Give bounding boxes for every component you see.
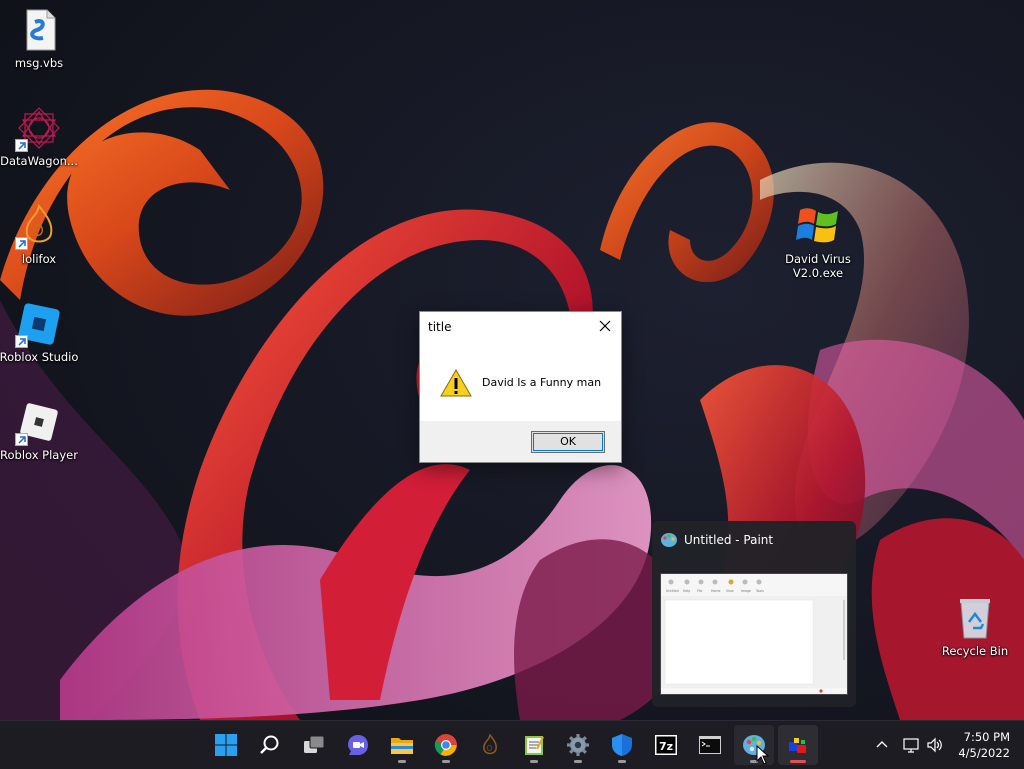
desktop-icon-label: msg.vbs [14, 56, 64, 70]
shortcut-arrow-icon [15, 237, 28, 250]
desktop-icon-label: Roblox Player [0, 448, 78, 462]
app-icon [789, 738, 806, 753]
terminal-button[interactable] [690, 725, 730, 765]
datawagon-icon [15, 104, 63, 152]
desktop-icon-datawagon[interactable]: DataWagon... [0, 104, 81, 168]
volume-icon[interactable] [926, 736, 944, 754]
taskbar-thumbnail-preview[interactable]: Untitled - Paint Untitled Help File Home… [652, 521, 856, 707]
gear-icon [567, 734, 589, 756]
desktop-icon-msg-vbs[interactable]: msg.vbs [0, 6, 81, 70]
desktop-icon-label: DataWagon... [0, 154, 78, 168]
terminal-icon [699, 736, 721, 754]
clock-time: 7:50 PM [963, 730, 1010, 744]
shortcut-arrow-icon [15, 335, 28, 348]
shield-icon [612, 734, 632, 756]
notepad-icon [525, 736, 544, 755]
chat-button[interactable] [338, 725, 378, 765]
desktop-icon-recycle-bin[interactable]: Recycle Bin [933, 594, 1017, 658]
roblox-studio-icon [15, 300, 63, 348]
settings-button[interactable] [558, 725, 598, 765]
search-icon [260, 735, 279, 754]
dialog-titlebar[interactable]: title [420, 312, 621, 342]
thumb-label: Tools [755, 589, 764, 593]
desktop-icon-david-virus[interactable]: David Virus V2.0.exe [776, 202, 860, 280]
lolifox-icon [483, 733, 497, 755]
taskbar-clock[interactable]: 7:50 PM 4/5/2022 [958, 729, 1010, 761]
chevron-up-icon[interactable] [874, 737, 890, 753]
lolifox-button[interactable] [470, 725, 510, 765]
shortcut-arrow-icon [15, 433, 28, 446]
running-indicator [442, 760, 450, 763]
desktop-icon-label: David Virus V2.0.exe [785, 252, 851, 280]
thumb-label: Untitled [666, 589, 679, 593]
task-view-button[interactable] [294, 725, 334, 765]
windows-logo-icon [215, 734, 237, 756]
recycle-bin-icon [951, 594, 999, 642]
close-button[interactable] [589, 312, 621, 342]
file-explorer-button[interactable] [382, 725, 422, 765]
folder-icon [391, 738, 413, 754]
running-indicator [398, 760, 406, 763]
chrome-button[interactable] [426, 725, 466, 765]
thumb-label: View [726, 589, 734, 593]
desktop-icon-lolifox[interactable]: lolifox [0, 202, 81, 266]
start-button[interactable] [206, 725, 246, 765]
search-button[interactable] [250, 725, 290, 765]
thumb-label: File [697, 589, 702, 593]
message-dialog: title David Is a Funny man OK [419, 311, 622, 463]
desktop-icon-label: Roblox Studio [0, 350, 79, 364]
notepad-button[interactable] [514, 725, 554, 765]
roblox-player-icon [15, 398, 63, 446]
warning-icon [440, 368, 472, 402]
script-file-icon [15, 6, 63, 54]
mouse-cursor-icon [756, 745, 770, 765]
7zip-icon-text: 7z [659, 740, 673, 753]
app-button[interactable] [778, 725, 818, 765]
taskbar: 7z 7:50 PM 4/5/2022 [0, 720, 1024, 769]
desktop-icon-roblox-player[interactable]: Roblox Player [0, 398, 81, 462]
preview-title: Untitled - Paint [684, 533, 774, 547]
task-view-icon [304, 735, 325, 753]
clock-date: 4/5/2022 [958, 746, 1010, 760]
thumb-label: Help [683, 589, 690, 593]
thumb-label: Home [711, 589, 720, 593]
close-icon [599, 320, 611, 332]
windows-xp-flag-icon [794, 202, 842, 250]
preview-thumbnail: Untitled Help File Home View Image Tools [660, 573, 848, 695]
network-icon[interactable] [902, 736, 920, 754]
thumb-label: Image [741, 589, 751, 593]
shortcut-arrow-icon [15, 139, 28, 152]
running-indicator [574, 760, 582, 763]
windows-security-button[interactable] [602, 725, 642, 765]
7zip-icon: 7z [655, 735, 677, 755]
running-indicator [618, 760, 626, 763]
paint-icon [660, 531, 678, 553]
chrome-icon [434, 734, 457, 756]
desktop-icon-label: Recycle Bin [941, 644, 1009, 658]
desktop-icon-roblox-studio[interactable]: Roblox Studio [0, 300, 81, 364]
running-indicator [790, 760, 806, 763]
running-indicator [530, 760, 538, 763]
dialog-title: title [428, 320, 452, 334]
chat-icon [348, 735, 368, 755]
lolifox-icon [15, 202, 63, 250]
7zip-button[interactable]: 7z [646, 725, 686, 765]
desktop-icon-label: lolifox [21, 252, 57, 266]
dialog-message: David Is a Funny man [482, 376, 602, 389]
ok-button[interactable]: OK [531, 431, 605, 453]
